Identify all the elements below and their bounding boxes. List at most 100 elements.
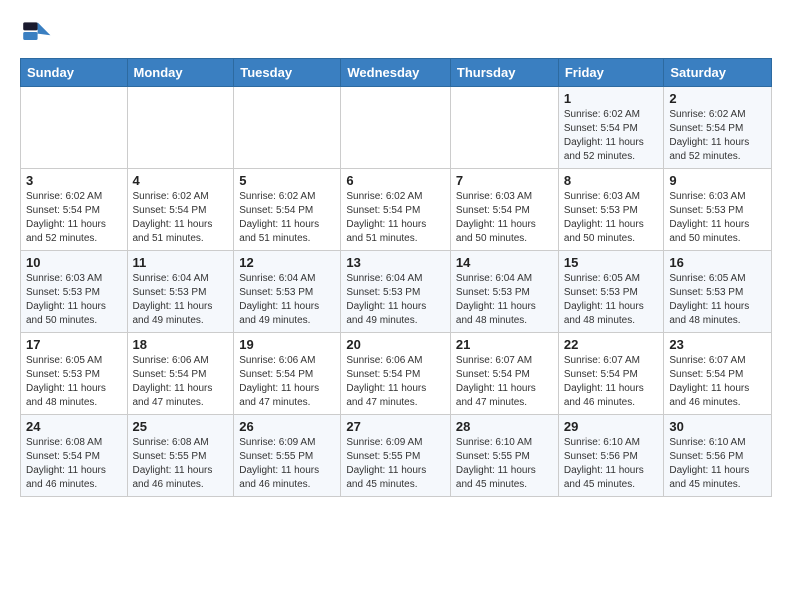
day-info: Sunrise: 6:03 AM Sunset: 5:53 PM Dayligh… [564,190,659,246]
calendar-cell: 30 Sunrise: 6:10 AM Sunset: 5:56 PM Dayli… [664,415,772,497]
calendar-cell: 23 Sunrise: 6:07 AM Sunset: 5:54 PM Dayli… [664,333,772,415]
day-info: Sunrise: 6:10 AM Sunset: 5:56 PM Dayligh… [564,436,659,492]
weekday-header-tuesday: Tuesday [234,59,341,87]
page: SundayMondayTuesdayWednesdayThursdayFrid… [0,0,792,513]
calendar-cell: 18 Sunrise: 6:06 AM Sunset: 5:54 PM Dayli… [127,333,234,415]
day-number: 12 [239,255,335,270]
weekday-header-saturday: Saturday [664,59,772,87]
day-info: Sunrise: 6:08 AM Sunset: 5:54 PM Dayligh… [26,436,122,492]
day-info: Sunrise: 6:03 AM Sunset: 5:53 PM Dayligh… [669,190,766,246]
calendar-cell [341,87,451,169]
day-number: 4 [133,173,229,188]
day-number: 2 [669,91,766,106]
day-info: Sunrise: 6:02 AM Sunset: 5:54 PM Dayligh… [564,108,659,164]
day-info: Sunrise: 6:03 AM Sunset: 5:54 PM Dayligh… [456,190,553,246]
day-number: 20 [346,337,445,352]
calendar-cell: 3 Sunrise: 6:02 AM Sunset: 5:54 PM Daylig… [21,169,128,251]
day-info: Sunrise: 6:04 AM Sunset: 5:53 PM Dayligh… [456,272,553,328]
day-info: Sunrise: 6:02 AM Sunset: 5:54 PM Dayligh… [669,108,766,164]
weekday-header-friday: Friday [558,59,664,87]
day-number: 30 [669,419,766,434]
day-info: Sunrise: 6:02 AM Sunset: 5:54 PM Dayligh… [346,190,445,246]
day-number: 19 [239,337,335,352]
day-number: 6 [346,173,445,188]
calendar-cell: 13 Sunrise: 6:04 AM Sunset: 5:53 PM Dayli… [341,251,451,333]
day-number: 1 [564,91,659,106]
day-info: Sunrise: 6:09 AM Sunset: 5:55 PM Dayligh… [346,436,445,492]
day-number: 10 [26,255,122,270]
day-info: Sunrise: 6:07 AM Sunset: 5:54 PM Dayligh… [456,354,553,410]
calendar-cell: 26 Sunrise: 6:09 AM Sunset: 5:55 PM Dayli… [234,415,341,497]
day-info: Sunrise: 6:04 AM Sunset: 5:53 PM Dayligh… [133,272,229,328]
calendar-cell: 24 Sunrise: 6:08 AM Sunset: 5:54 PM Dayli… [21,415,128,497]
weekday-header-wednesday: Wednesday [341,59,451,87]
calendar-cell: 25Sunrise: 6:08 AM Sunset: 5:55 PM Dayli… [127,415,234,497]
day-number: 16 [669,255,766,270]
calendar-cell: 2 Sunrise: 6:02 AM Sunset: 5:54 PM Daylig… [664,87,772,169]
calendar-cell: 7 Sunrise: 6:03 AM Sunset: 5:54 PM Daylig… [450,169,558,251]
day-number: 29 [564,419,659,434]
day-info: Sunrise: 6:02 AM Sunset: 5:54 PM Dayligh… [133,190,229,246]
day-info: Sunrise: 6:07 AM Sunset: 5:54 PM Dayligh… [669,354,766,410]
day-number: 3 [26,173,122,188]
calendar-week-row: 17 Sunrise: 6:05 AM Sunset: 5:53 PM Dayli… [21,333,772,415]
day-number: 23 [669,337,766,352]
calendar-cell: 16 Sunrise: 6:05 AM Sunset: 5:53 PM Dayli… [664,251,772,333]
day-info: Sunrise: 6:09 AM Sunset: 5:55 PM Dayligh… [239,436,335,492]
day-number: 17 [26,337,122,352]
day-info: Sunrise: 6:06 AM Sunset: 5:54 PM Dayligh… [239,354,335,410]
day-info: Sunrise: 6:04 AM Sunset: 5:53 PM Dayligh… [346,272,445,328]
day-number: 22 [564,337,659,352]
day-info: Sunrise: 6:05 AM Sunset: 5:53 PM Dayligh… [26,354,122,410]
day-number: 21 [456,337,553,352]
calendar-cell: 21 Sunrise: 6:07 AM Sunset: 5:54 PM Dayli… [450,333,558,415]
logo [20,16,54,48]
day-info: Sunrise: 6:10 AM Sunset: 5:55 PM Dayligh… [456,436,553,492]
calendar-cell: 12 Sunrise: 6:04 AM Sunset: 5:53 PM Dayli… [234,251,341,333]
calendar-cell: 14Sunrise: 6:04 AM Sunset: 5:53 PM Dayli… [450,251,558,333]
calendar-cell: 11 Sunrise: 6:04 AM Sunset: 5:53 PM Dayli… [127,251,234,333]
day-info: Sunrise: 6:06 AM Sunset: 5:54 PM Dayligh… [133,354,229,410]
day-number: 9 [669,173,766,188]
weekday-header-row: SundayMondayTuesdayWednesdayThursdayFrid… [21,59,772,87]
day-number: 18 [133,337,229,352]
day-number: 27 [346,419,445,434]
calendar-cell [21,87,128,169]
day-number: 7 [456,173,553,188]
calendar-cell: 28 Sunrise: 6:10 AM Sunset: 5:55 PM Dayli… [450,415,558,497]
calendar-week-row: 10Sunrise: 6:03 AM Sunset: 5:53 PM Dayli… [21,251,772,333]
calendar-cell [234,87,341,169]
day-info: Sunrise: 6:04 AM Sunset: 5:53 PM Dayligh… [239,272,335,328]
calendar-cell: 6 Sunrise: 6:02 AM Sunset: 5:54 PM Daylig… [341,169,451,251]
day-number: 11 [133,255,229,270]
calendar-cell [127,87,234,169]
calendar-cell: 9 Sunrise: 6:03 AM Sunset: 5:53 PM Daylig… [664,169,772,251]
calendar-week-row: 24 Sunrise: 6:08 AM Sunset: 5:54 PM Dayli… [21,415,772,497]
day-info: Sunrise: 6:06 AM Sunset: 5:54 PM Dayligh… [346,354,445,410]
calendar-table: SundayMondayTuesdayWednesdayThursdayFrid… [20,58,772,497]
day-number: 13 [346,255,445,270]
logo-icon [20,16,52,48]
calendar-cell: 1 Sunrise: 6:02 AM Sunset: 5:54 PM Daylig… [558,87,664,169]
calendar-cell: 19 Sunrise: 6:06 AM Sunset: 5:54 PM Dayli… [234,333,341,415]
calendar-cell: 15Sunrise: 6:05 AM Sunset: 5:53 PM Dayli… [558,251,664,333]
calendar-cell: 22 Sunrise: 6:07 AM Sunset: 5:54 PM Dayli… [558,333,664,415]
day-info: Sunrise: 6:10 AM Sunset: 5:56 PM Dayligh… [669,436,766,492]
day-number: 24 [26,419,122,434]
weekday-header-monday: Monday [127,59,234,87]
weekday-header-thursday: Thursday [450,59,558,87]
calendar-cell: 29 Sunrise: 6:10 AM Sunset: 5:56 PM Dayli… [558,415,664,497]
day-number: 15 [564,255,659,270]
day-number: 26 [239,419,335,434]
day-info: Sunrise: 6:08 AM Sunset: 5:55 PM Dayligh… [133,436,229,492]
calendar-cell: 5Sunrise: 6:02 AM Sunset: 5:54 PM Daylig… [234,169,341,251]
day-info: Sunrise: 6:02 AM Sunset: 5:54 PM Dayligh… [26,190,122,246]
day-number: 5 [239,173,335,188]
calendar-cell: 4 Sunrise: 6:02 AM Sunset: 5:54 PM Daylig… [127,169,234,251]
weekday-header-sunday: Sunday [21,59,128,87]
day-info: Sunrise: 6:05 AM Sunset: 5:53 PM Dayligh… [669,272,766,328]
calendar-cell: 10Sunrise: 6:03 AM Sunset: 5:53 PM Dayli… [21,251,128,333]
day-info: Sunrise: 6:07 AM Sunset: 5:54 PM Dayligh… [564,354,659,410]
day-number: 28 [456,419,553,434]
calendar-cell: 8Sunrise: 6:03 AM Sunset: 5:53 PM Daylig… [558,169,664,251]
